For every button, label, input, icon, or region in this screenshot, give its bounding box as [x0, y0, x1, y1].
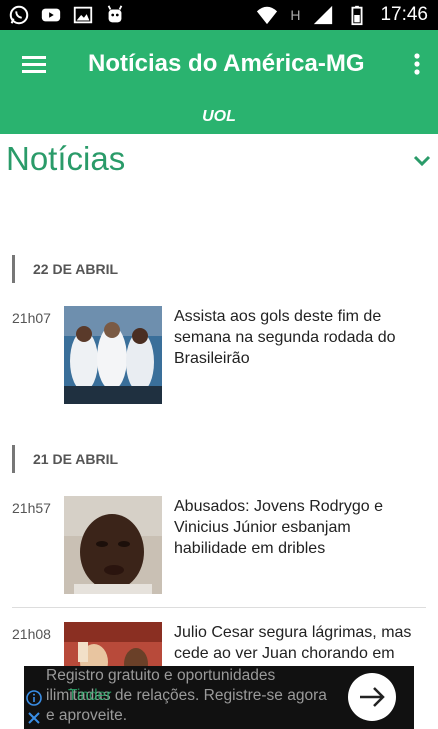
signal-icon — [314, 5, 333, 25]
status-bar: H 17:46 — [0, 0, 438, 30]
ad-text: Registro gratuito e oportunidades ilimit… — [46, 666, 356, 726]
ad-text-line: e aproveite. — [46, 707, 127, 724]
menu-icon[interactable] — [18, 50, 50, 78]
android-icon — [107, 5, 123, 23]
date-header: 21 DE ABRIL — [12, 445, 118, 473]
network-type: H — [290, 7, 301, 23]
app-bar: Notícias do América-MG — [0, 30, 438, 98]
app-title: Notícias do América-MG — [88, 50, 365, 77]
news-item[interactable]: 21h07 Assista aos gols deste fim de sema… — [12, 306, 426, 406]
youtube-icon — [41, 8, 61, 22]
ad-banner[interactable]: Registro gratuito e oportunidades ilimit… — [24, 666, 414, 729]
ad-go-button[interactable] — [348, 673, 396, 721]
close-icon[interactable] — [26, 710, 42, 726]
ad-sponsor: Tinder — [68, 687, 112, 704]
section-title: Notícias — [6, 140, 126, 177]
news-headline: Abusados: Jovens Rodrygo e Vinicius Júni… — [174, 498, 384, 557]
news-item[interactable]: 21h57 Abusados: Jovens Rodrygo e Viniciu… — [12, 496, 426, 596]
ad-text-line: Registro gratuito e oportunidades — [46, 667, 276, 684]
info-icon[interactable] — [26, 690, 42, 706]
news-thumbnail — [64, 496, 162, 594]
news-thumbnail — [64, 306, 162, 404]
ad-text-line: ilimitadas de relações. Registre-se agor… — [46, 687, 327, 704]
status-time: 17:46 — [380, 4, 428, 25]
news-headline: Julio Cesar segura lágrimas, mas cede ao… — [174, 624, 412, 662]
image-icon — [73, 6, 93, 24]
whatsapp-icon — [9, 5, 29, 25]
news-time: 21h08 — [12, 626, 51, 642]
divider — [12, 607, 426, 608]
more-vert-icon[interactable] — [412, 50, 422, 78]
news-headline: Assista aos gols deste fim de semana na … — [174, 308, 396, 367]
arrow-right-icon — [360, 687, 385, 707]
battery-icon — [351, 5, 363, 26]
news-time: 21h07 — [12, 310, 51, 326]
source-bar[interactable]: UOL — [0, 98, 438, 134]
section-header[interactable]: Notícias — [6, 140, 432, 186]
chevron-down-icon[interactable] — [412, 150, 432, 170]
date-header: 22 DE ABRIL — [12, 255, 118, 283]
news-time: 21h57 — [12, 500, 51, 516]
wifi-icon — [257, 6, 278, 25]
